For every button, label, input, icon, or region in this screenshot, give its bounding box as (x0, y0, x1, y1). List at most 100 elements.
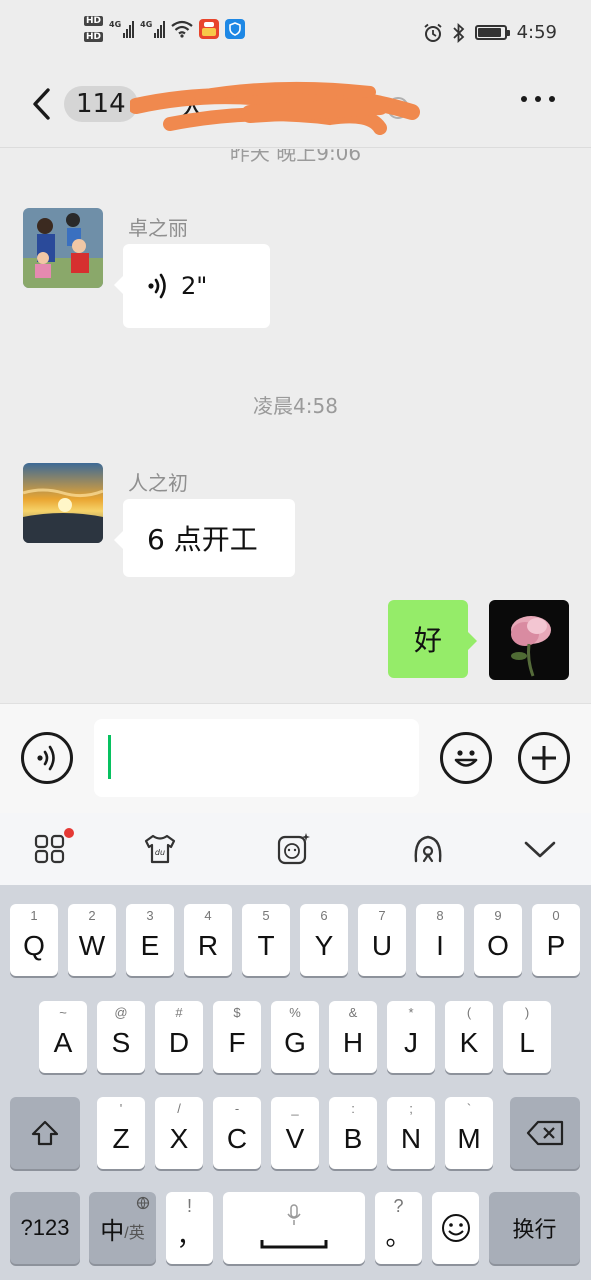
my-avatar[interactable] (489, 600, 569, 680)
key-w[interactable]: 2W (68, 904, 116, 976)
text-message-bubble[interactable]: 6 点开工 (114, 499, 295, 577)
message-input-bar (0, 703, 591, 813)
key-j[interactable]: * J (387, 1001, 435, 1073)
key-h[interactable]: & H (329, 1001, 377, 1073)
key-m[interactable]: ` M (445, 1097, 493, 1169)
status-bar: HD HD 4G 4G 4:59 (0, 0, 591, 68)
redacted-chat-title: 大 3) (130, 81, 420, 135)
key-y[interactable]: 6Y (300, 904, 348, 976)
enter-key-label: 换行 (512, 1217, 557, 1242)
key-k[interactable]: (K (445, 1001, 493, 1073)
shield-app-icon (225, 19, 246, 39)
backspace-icon (526, 1120, 564, 1146)
symbols-key[interactable]: ?123 (10, 1192, 80, 1264)
key-letter: A (53, 1027, 73, 1058)
key-u[interactable]: 7U (358, 904, 406, 976)
enter-newline-key[interactable]: 换行 (489, 1192, 580, 1264)
notification-dot (64, 828, 74, 838)
key-hint: : (351, 1101, 355, 1116)
period-key[interactable]: ? 。 (375, 1192, 422, 1264)
key-s[interactable]: @ S (97, 1001, 145, 1073)
voice-message-bubble[interactable]: 2" (114, 244, 270, 328)
key-hint: * (408, 1005, 414, 1020)
shift-key[interactable] (10, 1097, 80, 1169)
backspace-key[interactable] (510, 1097, 580, 1169)
key-r[interactable]: 4R (184, 904, 232, 976)
language-switch-key[interactable]: 中 /英 (89, 1192, 156, 1264)
key-a[interactable]: ~ A (39, 1001, 87, 1073)
comma-key[interactable]: ! ， (166, 1192, 213, 1264)
key-hint: ` (466, 1101, 472, 1116)
sticker-face-icon[interactable] (275, 831, 311, 867)
grid-apps-icon[interactable] (32, 831, 68, 867)
key-letter: T (257, 930, 275, 961)
key-hint: ) (524, 1005, 530, 1020)
message-text: 6 点开工 (147, 523, 258, 556)
key-g[interactable]: % G (271, 1001, 319, 1073)
clock-time: 4:59 (516, 22, 557, 43)
key-letter: L (519, 1027, 535, 1058)
key-hint: 3 (146, 908, 154, 923)
key-v[interactable]: _ V (271, 1097, 319, 1169)
key-letter: C (226, 1123, 248, 1154)
unread-count-badge[interactable]: 114 (64, 86, 138, 122)
key-letter: Q (23, 930, 45, 961)
emoji-key[interactable] (432, 1192, 479, 1264)
space-key[interactable] (223, 1192, 365, 1264)
handwriting-icon[interactable] (410, 831, 446, 867)
key-letter: O (487, 930, 509, 961)
smiley-icon (454, 750, 478, 767)
status-left: HD HD 4G 4G (84, 16, 246, 42)
my-message-text: 好 (413, 624, 442, 657)
key-n[interactable]: ; N (387, 1097, 435, 1169)
key-letter: Z (112, 1123, 130, 1154)
key-t[interactable]: 5T (242, 904, 290, 976)
hd-indicators: HD HD (84, 16, 104, 42)
key-q[interactable]: 1Q (10, 904, 58, 976)
more-functions-button[interactable] (518, 732, 570, 784)
back-arrow-icon[interactable] (28, 86, 58, 122)
key-hint: $ (233, 1005, 241, 1020)
key-l[interactable]: ) L (503, 1001, 551, 1073)
key-b[interactable]: :B (329, 1097, 377, 1169)
key-letter: W (78, 930, 106, 961)
key-z[interactable]: ' Z (97, 1097, 145, 1169)
skin-shirt-icon[interactable]: du (142, 831, 178, 867)
key-hint: ~ (59, 1005, 67, 1020)
key-letter: E (140, 930, 160, 961)
more-options-icon[interactable] (521, 96, 555, 102)
avatar-sender-1[interactable] (23, 208, 103, 288)
key-i[interactable]: 8I (416, 904, 464, 976)
hd-badge-1: HD (84, 16, 104, 26)
lang-sub-label: /英 (124, 1225, 145, 1242)
key-x[interactable]: / X (155, 1097, 203, 1169)
message-input[interactable] (94, 719, 419, 797)
signal-label-1: 4G (109, 20, 122, 29)
collapse-chevron-down-icon[interactable] (522, 831, 558, 867)
notification-app-icon (199, 19, 220, 39)
key-c[interactable]: -C (213, 1097, 261, 1169)
key-p[interactable]: 0P (532, 904, 580, 976)
comma-key-label: ， (176, 1220, 203, 1251)
key-e[interactable]: 3E (126, 904, 174, 976)
voice-input-button[interactable] (21, 732, 73, 784)
signal-label-2: 4G (140, 20, 153, 29)
smiley-icon (441, 1214, 470, 1242)
voice-wave-icon (37, 745, 55, 771)
bluetooth-icon (452, 22, 464, 43)
key-f[interactable]: $ F (213, 1001, 261, 1073)
key-hint: 8 (436, 908, 444, 923)
signal-icon-2: 4G (140, 20, 166, 38)
key-letter: M (457, 1123, 481, 1154)
avatar-sender-2[interactable] (23, 463, 103, 543)
period-key-label: 。 (385, 1220, 412, 1251)
globe-icon (136, 1196, 150, 1210)
space-bar-icon (260, 1240, 328, 1249)
key-d[interactable]: # D (155, 1001, 203, 1073)
key-hint: % (289, 1005, 301, 1020)
key-o[interactable]: 9O (474, 904, 522, 976)
my-message-bubble[interactable]: 好 (388, 600, 477, 678)
emoji-button[interactable] (440, 732, 492, 784)
microphone-icon (287, 1204, 301, 1225)
sender-name-1: 卓之丽 (128, 216, 188, 240)
